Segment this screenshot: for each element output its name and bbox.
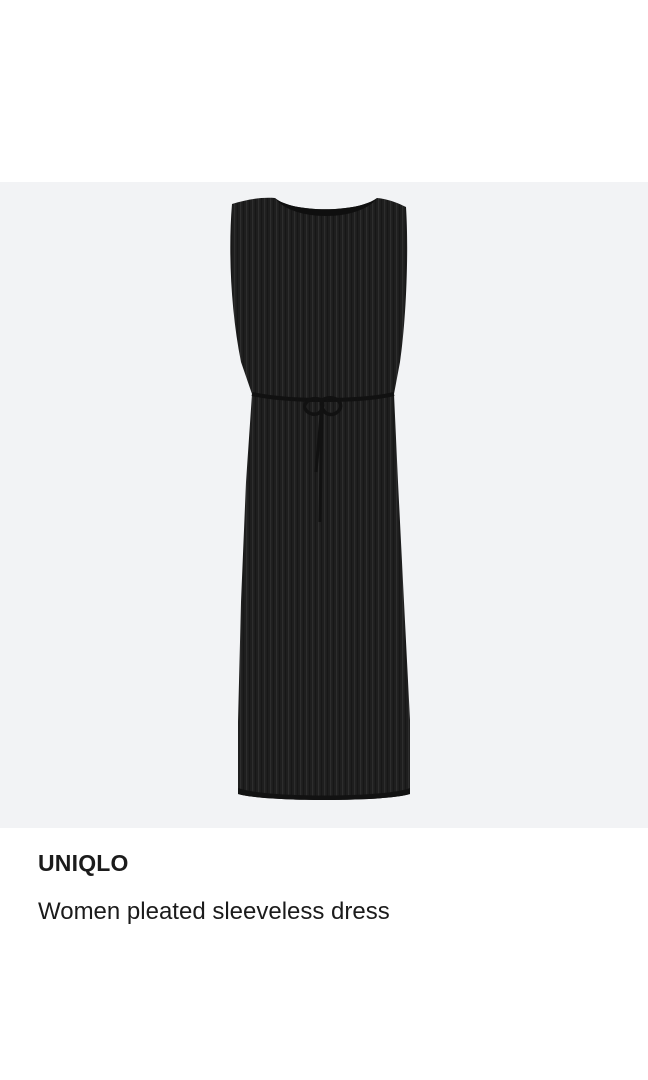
- product-title: Women pleated sleeveless dress: [38, 898, 390, 925]
- product-card[interactable]: UNIQLO Women pleated sleeveless dress: [0, 0, 648, 1080]
- product-image[interactable]: [0, 182, 648, 828]
- brand-name: UNIQLO: [38, 850, 129, 876]
- top-blank-area: [0, 0, 648, 182]
- dress-image: [230, 197, 410, 800]
